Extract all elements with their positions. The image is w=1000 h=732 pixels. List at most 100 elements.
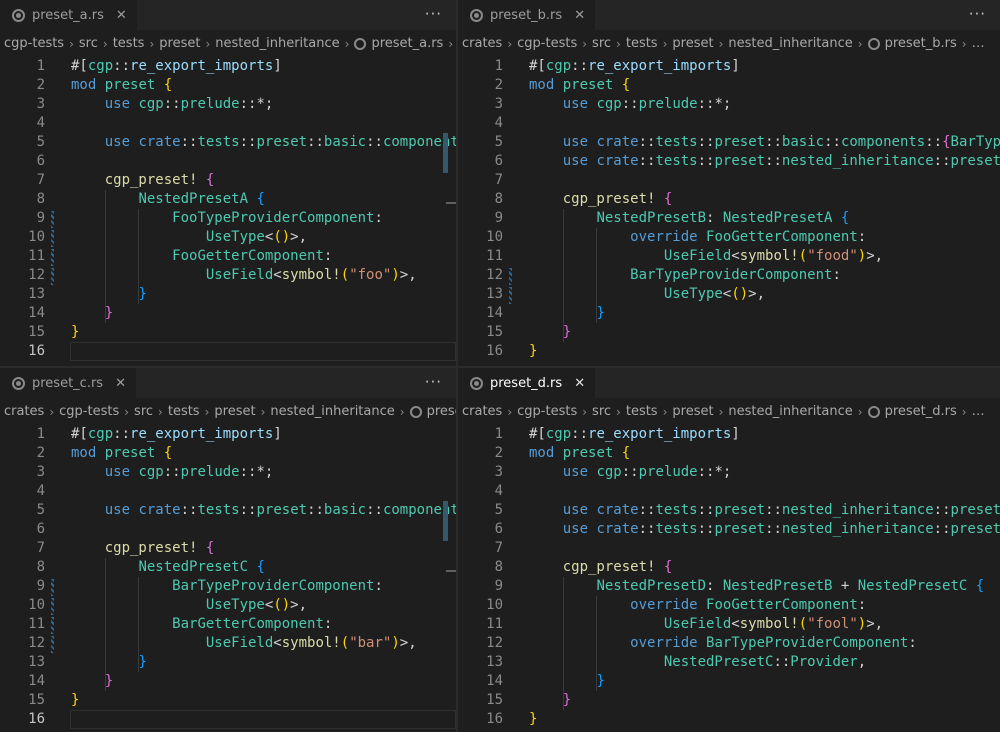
code-token: ::*; bbox=[697, 96, 732, 112]
breadcrumb-item[interactable]: ›… bbox=[957, 36, 985, 51]
overview-ruler-mark bbox=[446, 202, 456, 204]
git-change-marker[interactable] bbox=[51, 211, 54, 228]
git-change-marker[interactable] bbox=[51, 579, 54, 596]
code-token: } bbox=[529, 711, 538, 727]
code-token: symbol! bbox=[739, 248, 799, 264]
indent-guide bbox=[563, 209, 564, 342]
breadcrumb-item[interactable]: › preset_d.rs bbox=[853, 404, 957, 419]
code-token: preset bbox=[104, 445, 156, 461]
tab-bar: preset_c.rs ✕ ··· bbox=[0, 368, 456, 398]
breadcrumb-item[interactable]: › preset bbox=[395, 404, 456, 419]
line-number: 7 bbox=[494, 172, 503, 188]
close-icon[interactable]: ✕ bbox=[115, 377, 126, 390]
breadcrumb-item[interactable]: › cgp-tests bbox=[502, 404, 577, 419]
close-icon[interactable]: ✕ bbox=[574, 9, 585, 22]
code-line: 10 override FooGetterComponent: bbox=[458, 596, 1000, 615]
breadcrumb-item[interactable]: › tests bbox=[611, 36, 658, 51]
tab-preset-d[interactable]: preset_d.rs ✕ bbox=[458, 368, 597, 398]
line-number: 9 bbox=[36, 578, 45, 594]
git-change-marker[interactable] bbox=[51, 636, 54, 653]
breadcrumb-item[interactable]: › nested_inheritance bbox=[200, 36, 339, 51]
git-change-marker[interactable] bbox=[51, 268, 54, 285]
code-token: tests bbox=[197, 134, 240, 150]
more-actions-icon[interactable]: ··· bbox=[425, 5, 442, 23]
breadcrumb-item[interactable]: crates bbox=[4, 404, 44, 419]
git-change-marker[interactable] bbox=[51, 598, 54, 615]
git-change-marker[interactable] bbox=[509, 287, 512, 304]
breadcrumb-item[interactable]: › tests bbox=[611, 404, 658, 419]
scrollbar-thumb[interactable] bbox=[443, 133, 448, 173]
breadcrumb-item[interactable]: cgp-tests bbox=[4, 36, 64, 51]
code-token: cgp bbox=[87, 426, 114, 442]
scrollbar-thumb[interactable] bbox=[443, 501, 448, 541]
code-token: basic bbox=[323, 502, 367, 518]
code-editor[interactable]: 1 #[cgp::re_export_imports] 2 mod preset {3… bbox=[458, 425, 1000, 729]
breadcrumb-item[interactable]: › preset bbox=[200, 404, 256, 419]
code-line: 12 UseField<symbol!("bar")>, bbox=[0, 634, 456, 653]
git-change-marker[interactable] bbox=[51, 249, 54, 266]
line-number: 12 bbox=[28, 267, 45, 283]
tab-preset-a[interactable]: preset_a.rs ✕ bbox=[0, 0, 138, 30]
line-number: 4 bbox=[36, 483, 45, 499]
breadcrumb-item[interactable]: crates bbox=[462, 404, 502, 419]
breadcrumb-item[interactable]: › nested_inheritance bbox=[256, 404, 395, 419]
code-token: ( bbox=[798, 616, 808, 632]
breadcrumb-item[interactable]: › preset bbox=[658, 404, 714, 419]
breadcrumb-item[interactable]: ›… bbox=[443, 36, 456, 51]
close-icon[interactable]: ✕ bbox=[574, 377, 585, 390]
breadcrumb-item[interactable]: › src bbox=[64, 36, 98, 51]
breadcrumb-item[interactable]: › preset bbox=[658, 36, 714, 51]
rust-file-icon bbox=[470, 8, 483, 22]
breadcrumb-item[interactable]: › preset_a.rs bbox=[340, 36, 444, 51]
breadcrumb-item[interactable]: › src bbox=[119, 404, 153, 419]
more-actions-icon[interactable]: ··· bbox=[969, 5, 986, 23]
code-token: "fool" bbox=[807, 616, 858, 632]
chevron-right-icon: › bbox=[158, 404, 163, 419]
close-icon[interactable]: ✕ bbox=[116, 9, 127, 22]
code-token: NestedPresetC bbox=[663, 654, 774, 670]
code-line: 5 use crate::tests::preset::basic::compo… bbox=[458, 133, 1000, 152]
breadcrumb-item[interactable]: › src bbox=[577, 404, 611, 419]
indent-guide bbox=[138, 209, 139, 304]
breadcrumb-item[interactable]: crates bbox=[462, 36, 502, 51]
tab-preset-c[interactable]: preset_c.rs ✕ bbox=[0, 368, 137, 398]
breadcrumb-item[interactable]: › src bbox=[577, 36, 611, 51]
code-editor[interactable]: 1 #[cgp::re_export_imports] 2 mod preset {3… bbox=[458, 57, 1000, 361]
breadcrumb-item[interactable]: › cgp-tests bbox=[44, 404, 119, 419]
line-number: 9 bbox=[494, 578, 503, 594]
git-change-marker[interactable] bbox=[509, 268, 512, 285]
breadcrumb-item[interactable]: › tests bbox=[153, 404, 200, 419]
breadcrumb-label: crates bbox=[4, 404, 45, 419]
code-line: 2 mod preset { bbox=[458, 444, 1000, 463]
code-token: ( bbox=[798, 248, 808, 264]
code-token: use bbox=[562, 521, 589, 537]
code-line: 12 UseField<symbol!("foo")>, bbox=[0, 266, 456, 285]
breadcrumb-item[interactable]: ›… bbox=[957, 404, 985, 419]
code-token: FooGetterComponent bbox=[172, 248, 324, 264]
breadcrumb-item[interactable]: › nested_inheritance bbox=[714, 404, 853, 419]
code-token: crate bbox=[596, 134, 639, 150]
git-change-marker[interactable] bbox=[51, 230, 54, 247]
code-token: :: bbox=[239, 134, 257, 150]
breadcrumb-item[interactable]: › tests bbox=[98, 36, 145, 51]
git-change-marker[interactable] bbox=[51, 617, 54, 634]
code-line: 2 mod preset { bbox=[458, 76, 1000, 95]
code-token: : bbox=[857, 597, 867, 613]
code-token: { bbox=[621, 77, 631, 93]
breadcrumb-item[interactable]: › preset bbox=[144, 36, 200, 51]
more-actions-icon[interactable]: ··· bbox=[425, 373, 442, 391]
code-token: NestedPresetC bbox=[138, 559, 249, 575]
breadcrumb-item[interactable]: › nested_inheritance bbox=[714, 36, 853, 51]
code-token: : bbox=[374, 578, 383, 594]
code-editor[interactable]: 1 #[cgp::re_export_imports] 2 mod preset {3… bbox=[0, 425, 456, 729]
code-token: :: bbox=[366, 502, 383, 518]
breadcrumb-item[interactable]: › cgp-tests bbox=[502, 36, 577, 51]
code-editor[interactable]: 1 #[cgp::re_export_imports] 2 mod preset {3… bbox=[0, 57, 456, 361]
code-line: 10 override FooGetterComponent: bbox=[458, 228, 1000, 247]
breadcrumb-item[interactable]: › preset_b.rs bbox=[853, 36, 957, 51]
tab-preset-b[interactable]: preset_b.rs ✕ bbox=[458, 0, 597, 30]
line-number: 5 bbox=[36, 502, 45, 518]
